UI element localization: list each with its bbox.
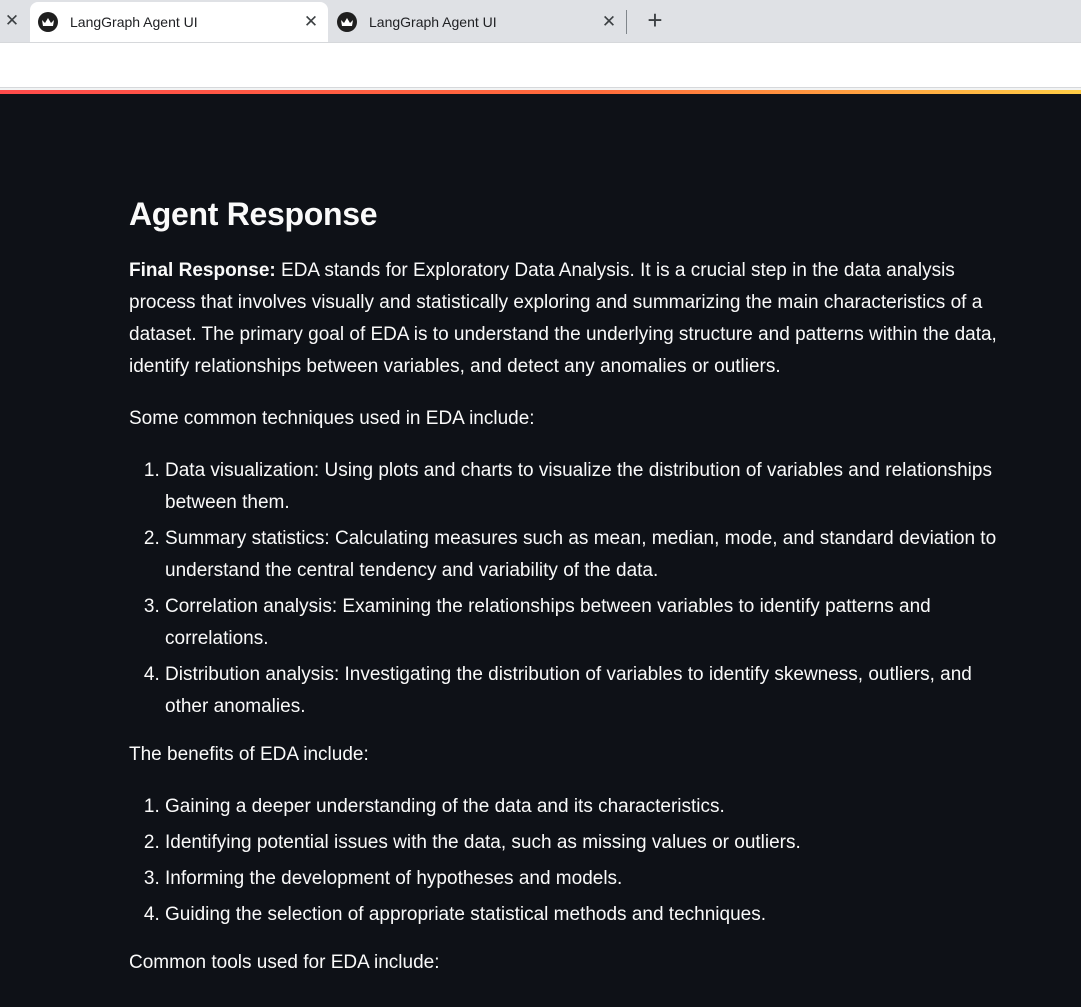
final-response-paragraph: Final Response: EDA stands for Explorato… — [129, 255, 999, 383]
browser-tab-strip: ✕ LangGraph Agent UI ✕ LangGraph Agent U… — [0, 0, 1081, 42]
app-main: Agent Response Final Response: EDA stand… — [0, 94, 1081, 1007]
list-item: Informing the development of hypotheses … — [165, 863, 999, 895]
close-icon[interactable]: ✕ — [302, 13, 320, 31]
tools-intro: Common tools used for EDA include: — [129, 952, 440, 973]
techniques-intro: Some common techniques used in EDA inclu… — [129, 408, 535, 429]
close-icon[interactable]: ✕ — [600, 13, 618, 31]
agent-response-block: Agent Response Final Response: EDA stand… — [129, 94, 999, 979]
benefits-intro: The benefits of EDA include: — [129, 744, 369, 765]
tab-title: LangGraph Agent UI — [369, 14, 497, 30]
browser-tab[interactable]: LangGraph Agent UI ✕ — [329, 2, 626, 42]
list-item: Gaining a deeper understanding of the da… — [165, 791, 999, 823]
tab-title: LangGraph Agent UI — [70, 14, 198, 30]
plus-icon[interactable]: + — [643, 7, 667, 34]
browser-tab-active[interactable]: LangGraph Agent UI ✕ — [30, 2, 328, 42]
crown-icon — [38, 12, 58, 32]
techniques-list: Data visualization: Using plots and char… — [129, 455, 999, 723]
browser-toolbar — [0, 42, 1081, 88]
list-item: Guiding the selection of appropriate sta… — [165, 899, 999, 931]
close-icon[interactable]: ✕ — [2, 10, 22, 32]
list-item: Identifying potential issues with the da… — [165, 827, 999, 859]
list-item: Distribution analysis: Investigating the… — [165, 659, 999, 723]
benefits-list: Gaining a deeper understanding of the da… — [129, 791, 999, 931]
final-response-label: Final Response: — [129, 260, 276, 281]
list-item: Summary statistics: Calculating measures… — [165, 523, 999, 587]
list-item: Data visualization: Using plots and char… — [165, 455, 999, 519]
tab-separator — [626, 10, 627, 34]
page-title: Agent Response — [129, 196, 378, 232]
list-item: Correlation analysis: Examining the rela… — [165, 591, 999, 655]
crown-icon — [337, 12, 357, 32]
